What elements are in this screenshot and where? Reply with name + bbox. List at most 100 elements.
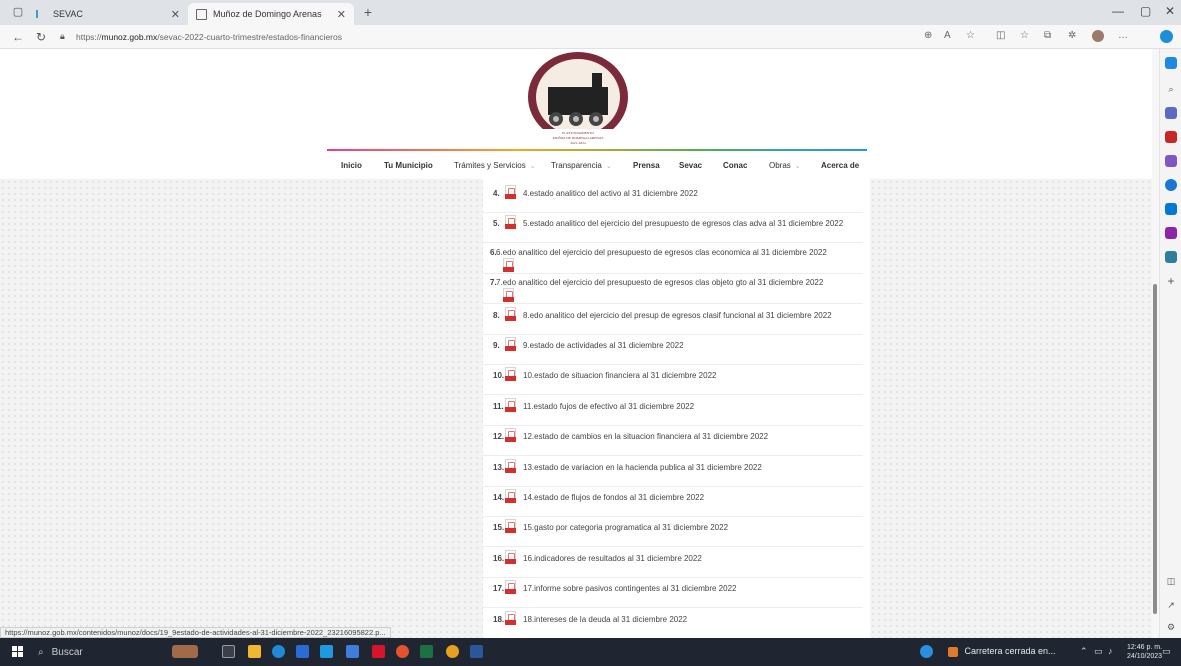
weather-widget[interactable]: Carretera cerrada en...	[948, 646, 1056, 657]
taskbar-search[interactable]: ⌕ Buscar	[34, 642, 164, 662]
nav-transparencia[interactable]: Transparencia ⌄	[551, 157, 612, 175]
document-link[interactable]: 6.edo analitico del ejercicio del presup…	[496, 248, 827, 257]
pdf-icon[interactable]	[505, 428, 516, 443]
document-link[interactable]: 12.estado de cambios en la situacion fin…	[523, 432, 768, 441]
minimize-icon[interactable]: —	[1112, 4, 1124, 18]
page-scrollbar[interactable]	[1152, 49, 1159, 638]
nav-prensa[interactable]: Prensa	[633, 157, 660, 175]
mail-icon[interactable]	[320, 645, 333, 658]
pdf-icon[interactable]	[505, 458, 516, 473]
pdf-icon[interactable]	[505, 185, 516, 199]
nav-tu-municipio[interactable]: Tu Municipio	[384, 157, 433, 175]
network-icon[interactable]: ▭	[1094, 646, 1103, 657]
document-link[interactable]: 7.edo analitico del ejercicio del presup…	[496, 278, 823, 287]
collections-icon[interactable]: ⧉	[1044, 30, 1051, 41]
drop-icon[interactable]	[1165, 251, 1177, 263]
document-link[interactable]: 5.estado analitico del ejercicio del pre…	[523, 219, 843, 228]
pdf-icon[interactable]	[505, 610, 516, 625]
document-link[interactable]: 8.edo analitico del ejercicio del presup…	[523, 311, 832, 320]
edge-taskbar-icon[interactable]	[272, 645, 285, 658]
pdf-icon[interactable]	[505, 580, 516, 595]
word-icon[interactable]	[470, 645, 483, 658]
shopping-tag-icon[interactable]	[1165, 107, 1177, 119]
document-link[interactable]: 15.gasto por categoria programatica al 3…	[523, 523, 728, 532]
taskbar-clock[interactable]: 12:46 p. m. 24/10/2023	[1127, 643, 1162, 661]
scrollbar-thumb[interactable]	[1153, 284, 1157, 614]
refresh-icon[interactable]: ↻	[36, 30, 46, 44]
document-link[interactable]: 17.informe sobre pasivos contingentes al…	[523, 584, 736, 593]
url-field[interactable]: https:// munoz.gob.mx /sevac-2022-cuarto…	[76, 29, 936, 45]
chrome-icon[interactable]	[446, 645, 459, 658]
nav-inicio[interactable]: Inicio	[341, 157, 362, 175]
document-number: 4.	[493, 189, 500, 198]
widgets-horse-icon[interactable]	[172, 645, 198, 658]
pdf-icon[interactable]	[505, 549, 516, 564]
outlook-icon[interactable]	[1165, 203, 1177, 215]
close-tab-icon[interactable]: ✕	[171, 8, 180, 21]
document-link[interactable]: 11.estado fujos de efectivo al 31 diciem…	[523, 402, 694, 411]
games-icon[interactable]	[1165, 155, 1177, 167]
document-link[interactable]: 16.indicadores de resultados al 31 dicie…	[523, 554, 702, 563]
tab-sevac[interactable]: SEVAC ✕	[28, 3, 188, 25]
lock-icon[interactable]: 🔒︎	[60, 31, 65, 42]
restore-icon[interactable]: ▢	[1140, 4, 1151, 18]
microsoft-365-icon[interactable]	[1165, 179, 1177, 191]
document-link[interactable]: 10.estado de situacion financiera al 31 …	[523, 371, 716, 380]
help-icon[interactable]	[920, 645, 933, 658]
new-tab-button[interactable]: +	[362, 5, 374, 19]
nav-tramites-y-servicios[interactable]: Trámites y Servicios ⌄	[454, 157, 536, 175]
document-link[interactable]: 13.estado de variacion en la hacienda pu…	[523, 463, 762, 472]
zoom-icon[interactable]: ⊕	[924, 30, 932, 41]
nav-conac[interactable]: Conac	[723, 157, 747, 175]
search-icon[interactable]: ⌕	[1165, 83, 1177, 95]
sidebar-settings-icon[interactable]: ⚙	[1165, 621, 1177, 633]
copilot-icon[interactable]	[1160, 30, 1173, 43]
tools-briefcase-icon[interactable]	[1165, 131, 1177, 143]
excel-icon[interactable]	[420, 645, 433, 658]
back-icon[interactable]: ←	[12, 30, 24, 44]
pdf-icon[interactable]	[503, 288, 514, 303]
split-screen-icon[interactable]: ◫	[996, 30, 1005, 41]
pdf-icon[interactable]	[505, 337, 516, 351]
document-link[interactable]: 4.estado analitico del activo al 31 dici…	[523, 189, 698, 198]
pdf-icon[interactable]	[505, 397, 516, 412]
volume-icon[interactable]: ♪	[1108, 646, 1113, 656]
nav-sevac[interactable]: Sevac	[679, 157, 702, 175]
pdf-icon[interactable]	[505, 306, 516, 321]
windows-start-icon[interactable]	[12, 646, 24, 658]
close-window-icon[interactable]: ✕	[1165, 4, 1175, 18]
tab-munoz[interactable]: Muñoz de Domingo Arenas ✕	[188, 3, 354, 25]
pdf-icon[interactable]	[505, 519, 516, 534]
extensions-icon[interactable]: ✲	[1068, 30, 1076, 41]
split-window-icon[interactable]: ◫	[1165, 575, 1177, 587]
favorites-icon[interactable]: ☆	[1020, 30, 1029, 41]
profile-avatar-icon[interactable]	[1092, 30, 1104, 42]
designer-icon[interactable]	[1165, 227, 1177, 239]
pdf-icon[interactable]	[503, 257, 514, 272]
add-sidebar-app-icon[interactable]: +	[1165, 275, 1177, 287]
document-link[interactable]: 9.estado de actividades al 31 diciembre …	[523, 341, 684, 350]
firefox-icon[interactable]	[396, 645, 409, 658]
notifications-icon[interactable]: ▭	[1162, 646, 1171, 657]
document-link[interactable]: 14.estado de flujos de fondos al 31 dici…	[523, 493, 704, 502]
favorite-star-icon[interactable]: ☆	[966, 30, 975, 41]
app-icon[interactable]	[346, 645, 359, 658]
notification-bell-icon[interactable]	[1165, 57, 1177, 69]
store-icon[interactable]	[296, 645, 309, 658]
task-view-icon[interactable]	[222, 645, 235, 658]
read-aloud-icon[interactable]: A	[944, 30, 951, 41]
more-options-icon[interactable]: …	[1118, 30, 1128, 41]
tab-actions-icon[interactable]: ▢	[12, 6, 24, 18]
pdf-icon[interactable]	[505, 215, 516, 230]
close-tab-icon[interactable]: ✕	[337, 8, 346, 21]
nav-obras[interactable]: Obras ⌄	[769, 157, 801, 175]
pdf-icon[interactable]	[505, 489, 516, 503]
external-window-icon[interactable]: ↗	[1165, 599, 1177, 611]
document-link[interactable]: 18.intereses de la deuda al 31 diciembre…	[523, 615, 687, 624]
nav-acerca-de[interactable]: Acerca de	[821, 157, 859, 175]
file-explorer-icon[interactable]	[248, 645, 261, 658]
municipality-logo[interactable]: H. AYUNTAMIENTO MUÑOZ DE DOMINGO ARENAS …	[526, 51, 630, 149]
netflix-icon[interactable]	[372, 645, 385, 658]
tray-chevron-up-icon[interactable]: ⌃	[1080, 646, 1088, 657]
pdf-icon[interactable]	[505, 367, 516, 382]
